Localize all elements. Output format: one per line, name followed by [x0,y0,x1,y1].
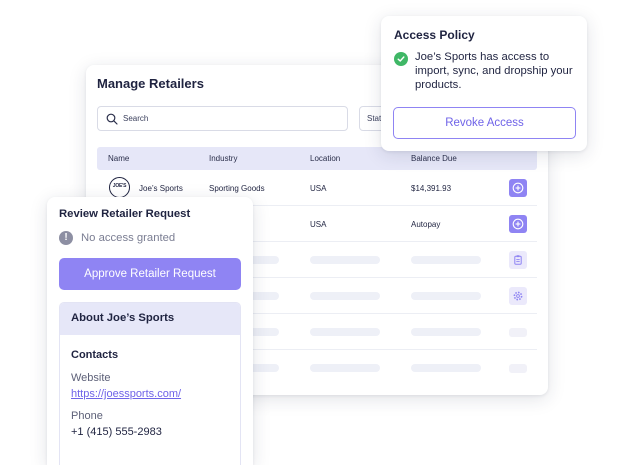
skeleton-bar [310,328,380,336]
search-input[interactable]: Search [97,106,348,131]
clipboard-icon [514,255,522,265]
column-header-industry[interactable]: Industry [209,154,237,163]
access-policy-message: Joe’s Sports has access to import, sync,… [415,51,573,91]
website-label: Website [71,372,111,384]
retailer-location: USA [310,220,327,229]
contacts-heading: Contacts [71,349,119,361]
retailer-industry: Sporting Goods [209,184,265,193]
status-filter-label: Stat [367,114,382,123]
access-policy-title: Access Policy [394,28,475,42]
check-circle-icon [394,52,408,66]
skeleton-bar [411,364,481,372]
skeleton-bar [310,292,380,300]
review-retailer-request-panel: Review Retailer Request ! No access gran… [47,197,253,465]
skeleton-bar [310,256,380,264]
column-header-location[interactable]: Location [310,154,340,163]
website-link[interactable]: https://joessports.com/ [71,388,181,400]
about-retailer-header[interactable]: About Joe’s Sports [60,303,240,335]
phone-value: +1 (415) 555-2983 [71,426,162,438]
search-icon [106,113,118,125]
add-retailer-button[interactable] [509,215,527,233]
plus-circle-icon [512,182,524,194]
access-policy-popover: Access Policy Joe’s Sports has access to… [381,16,587,151]
skeleton-bar [310,364,380,372]
review-request-title: Review Retailer Request [59,208,191,220]
skeleton-bar [411,256,481,264]
skeleton-action [509,364,527,373]
plus-circle-icon [512,218,524,230]
settings-button[interactable] [509,287,527,305]
column-header-name[interactable]: Name [108,154,129,163]
skeleton-bar [411,328,481,336]
retailer-logo: JOE'S [109,177,130,198]
clipboard-button[interactable] [509,251,527,269]
search-placeholder: Search [123,114,149,123]
about-retailer-section: About Joe’s Sports Contacts Website http… [59,302,241,465]
retailer-location: USA [310,184,327,193]
phone-label: Phone [71,410,103,422]
info-circle-icon: ! [59,231,73,245]
column-header-balance-due[interactable]: Balance Due [411,154,457,163]
retailer-name: Joe’s Sports [139,184,183,193]
gear-icon [513,291,523,301]
access-status-text: No access granted [81,232,176,244]
retailer-balance: $14,391.93 [411,184,452,193]
skeleton-action [509,328,527,337]
skeleton-bar [411,292,481,300]
about-retailer-title: About Joe’s Sports [71,312,175,324]
retailer-balance: Autopay [411,220,441,229]
revoke-access-button[interactable]: Revoke Access [393,107,576,139]
manage-retailers-title: Manage Retailers [97,76,204,91]
add-retailer-button[interactable] [509,179,527,197]
approve-retailer-request-button[interactable]: Approve Retailer Request [59,258,241,290]
